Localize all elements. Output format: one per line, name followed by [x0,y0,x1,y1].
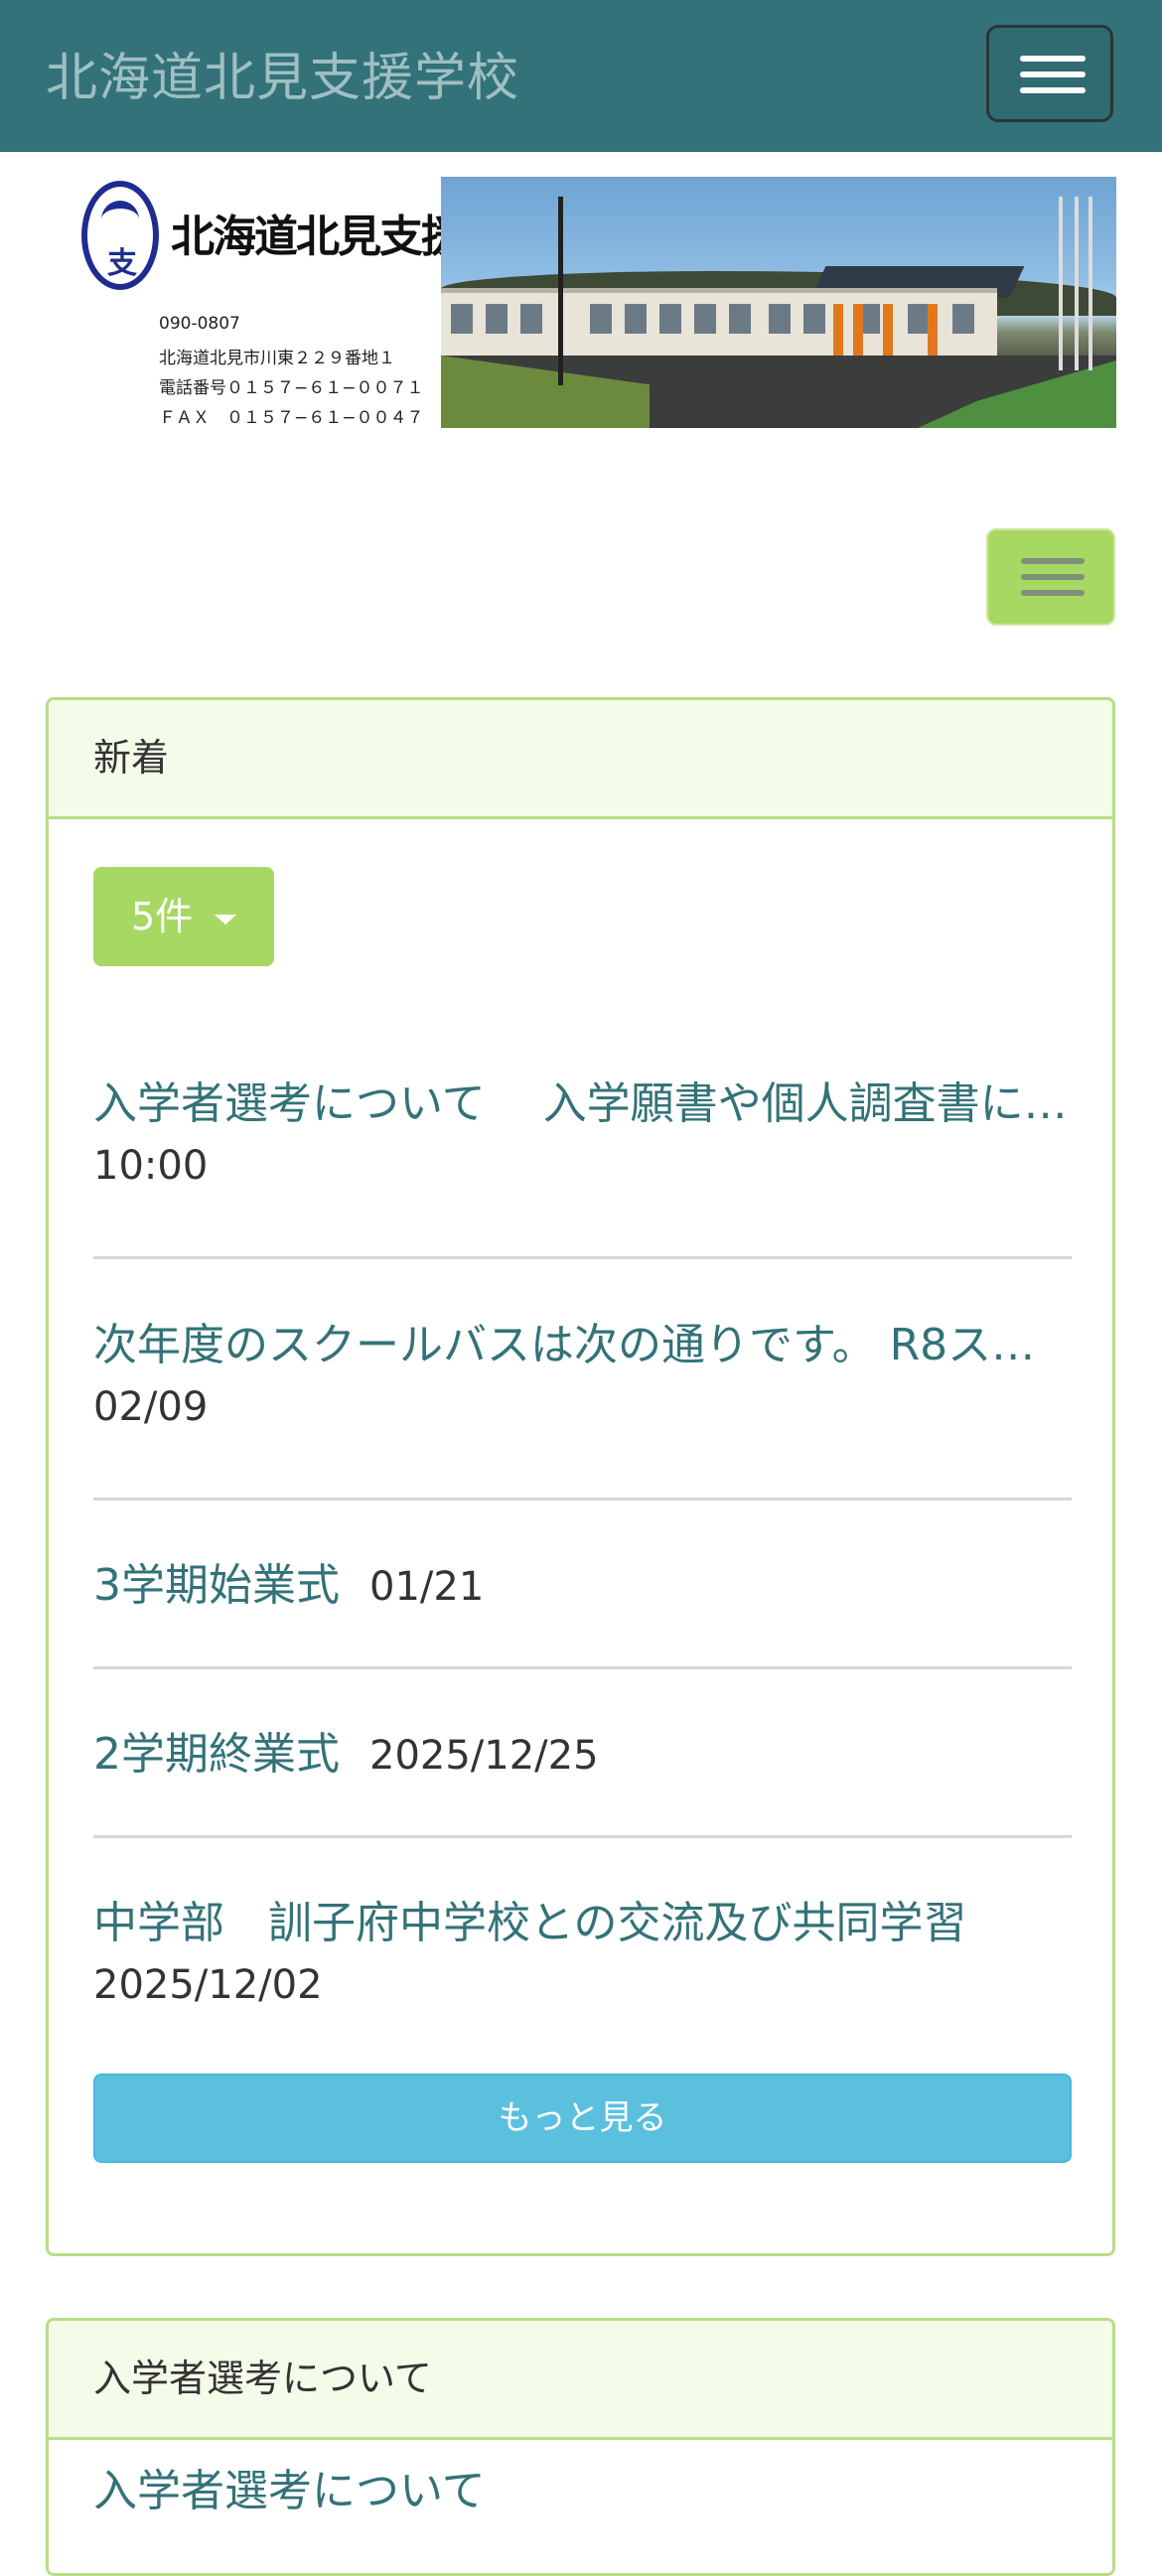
news-item-link[interactable]: 中学部 訓子府中学校との交流及び共同学習 [93,1887,1072,1950]
news-item-date: 2025/12/25 [369,1733,599,1779]
header-banner[interactable]: 支 北海道北見支援学校 090-0807 北海道北見市川東２２９番地１ 電話番号… [79,177,1116,430]
news-item: 2学期終業式 2025/12/25 [93,1718,1072,1782]
admission-panel-title: 入学者選考について [49,2321,1112,2440]
top-navbar: 北海道北見支援学校 [0,0,1162,152]
divider [93,1256,1072,1259]
fax-number: ＦＡＸ ０１５７−６１−００４７ [159,408,424,428]
site-brand[interactable]: 北海道北見支援学校 [46,36,519,110]
caret-down-icon [215,915,236,925]
item-count-dropdown[interactable]: 5件 [93,867,274,966]
news-item: 入学者選考について 入学願書や個人調査書について 10:00 [93,1068,1072,1189]
news-item-link[interactable]: 3学期始業式 [93,1560,340,1611]
news-item-link[interactable]: 入学者選考について 入学願書や個人調査書について [93,1068,1072,1131]
menu-toggle-button[interactable] [986,25,1113,122]
admission-panel: 入学者選考について 入学者選考について [46,2318,1115,2576]
news-item: 3学期始業式 01/21 [93,1549,1072,1613]
school-emblem-icon: 支 [81,181,159,290]
hamburger-icon [1021,574,1085,580]
postal-code: 090-0807 [159,314,240,334]
more-button[interactable]: もっと見る [93,2074,1072,2163]
news-item-date: 02/09 [93,1384,209,1430]
item-count-label: 5件 [131,895,194,938]
emblem-char: 支 [107,246,137,281]
hamburger-icon [1020,72,1086,77]
news-item: 次年度のスクールバスは次の通りです。 R8スクールバス 02/09 [93,1309,1072,1430]
hamburger-icon [1021,590,1085,596]
news-panel-title: 新着 [49,700,1112,819]
divider [93,1498,1072,1501]
news-item-date: 01/21 [369,1564,485,1610]
news-panel: 新着 5件 入学者選考について 入学願書や個人調査書について 10:00 次年度… [46,697,1115,2256]
admission-item: 入学者選考について [93,2455,1072,2518]
news-item-date: 10:00 [93,1143,209,1189]
school-logo: 支 北海道北見支援学校 090-0807 北海道北見市川東２２９番地１ 電話番号… [79,177,548,430]
divider [93,1835,1072,1838]
news-item-link[interactable]: 2学期終業式 [93,1729,340,1780]
divider [93,1666,1072,1669]
secondary-menu-button[interactable] [986,528,1115,626]
phone-number: 電話番号０１５７−６１−００７１ [159,378,424,398]
emblem-curve [101,201,139,238]
news-item-date: 2025/12/02 [93,1962,323,2008]
school-building-photo [441,177,1116,428]
hamburger-icon [1020,56,1086,62]
hamburger-icon [1020,87,1086,93]
admission-link[interactable]: 入学者選考について [93,2455,1072,2518]
news-item: 中学部 訓子府中学校との交流及び共同学習 2025/12/02 [93,1887,1072,2008]
hamburger-icon [1021,558,1085,564]
address: 北海道北見市川東２２９番地１ [159,349,395,368]
news-item-link[interactable]: 次年度のスクールバスは次の通りです。 R8スクールバス [93,1309,1072,1372]
